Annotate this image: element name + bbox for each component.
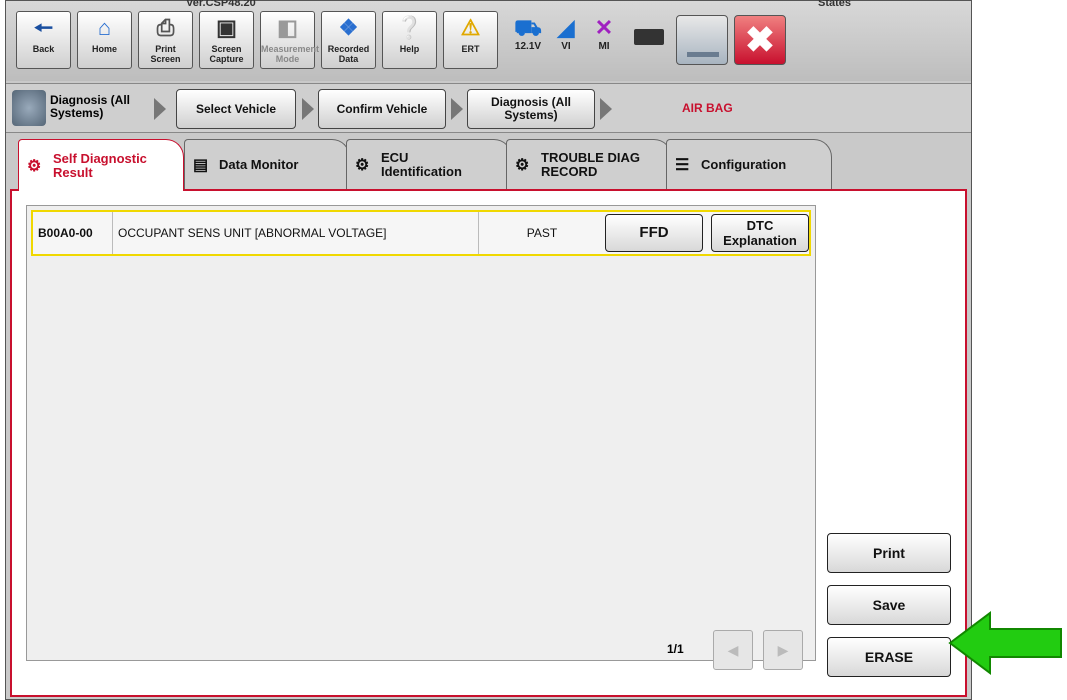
battery-icon: [634, 29, 664, 45]
close-icon: ✖: [744, 19, 776, 60]
breadcrumb-arrow-icon: [302, 98, 314, 120]
screen-capture-button[interactable]: ▣ Screen Capture: [199, 11, 254, 69]
dtc-code: B00A0-00: [33, 212, 113, 254]
breadcrumb: Diagnosis (All Systems) Select Vehicle C…: [6, 83, 971, 133]
ert-button[interactable]: ⚠ ERT: [443, 11, 498, 69]
tab-trouble-diag-record[interactable]: ⚙ TROUBLE DIAG RECORD: [506, 139, 672, 189]
measurement-mode-button[interactable]: ◧ Measurement Mode: [260, 11, 319, 69]
ffd-button[interactable]: FFD: [605, 214, 703, 252]
help-button[interactable]: ❔ Help: [382, 11, 437, 69]
breadcrumb-arrow-icon: [451, 98, 463, 120]
recorded-data-button[interactable]: ❖ Recorded Data: [321, 11, 376, 69]
recorded-data-icon: ❖: [338, 15, 359, 40]
tab-data-monitor[interactable]: ▤ Data Monitor: [184, 139, 350, 189]
version-label: Ver.CSP48.20: [186, 0, 256, 9]
toolbar: Ver.CSP48.20 States 🠔 Back ⌂ Home ⎙ Prin…: [6, 0, 971, 81]
printer-icon: ⎙: [156, 15, 175, 40]
home-icon: ⌂: [97, 15, 112, 40]
dtc-list: B00A0-00 OCCUPANT SENS UNIT [ABNORMAL VO…: [26, 205, 816, 670]
erase-button[interactable]: ERASE: [827, 637, 951, 677]
breadcrumb-arrow-icon: [600, 98, 612, 120]
dtc-description: OCCUPANT SENS UNIT [ABNORMAL VOLTAGE]: [113, 212, 479, 254]
diagnosis-icon: [12, 90, 46, 126]
warning-icon: ⚠: [460, 15, 481, 40]
car-icon: ⛟: [514, 15, 542, 40]
identification-icon: ⚙: [355, 156, 370, 174]
next-page-button[interactable]: ▶: [763, 630, 803, 670]
monitor-icon: ▤: [193, 156, 209, 174]
back-arrow-icon: 🠔: [33, 15, 54, 40]
system-name: AIR BAG: [682, 101, 733, 115]
record-icon: ⚙: [515, 156, 530, 174]
breadcrumb-arrow-icon: [154, 98, 166, 120]
tab-ecu-identification[interactable]: ⚙ ECU Identification: [346, 139, 512, 189]
states-label: States: [818, 0, 852, 9]
self-diagnostic-panel: B00A0-00 OCCUPANT SENS UNIT [ABNORMAL VO…: [10, 189, 967, 697]
signal-icon: ◢: [557, 15, 575, 40]
vi-status: ◢ VI: [546, 15, 586, 52]
minimize-button[interactable]: [676, 15, 728, 65]
tab-self-diagnostic-result[interactable]: ⚙ Self Diagnostic Result: [18, 139, 184, 191]
close-button[interactable]: ✖: [734, 15, 786, 65]
previous-page-button[interactable]: ◀: [713, 630, 753, 670]
tab-configuration[interactable]: ☰ Configuration: [666, 139, 832, 189]
dtc-status: PAST: [526, 226, 558, 240]
back-button[interactable]: 🠔 Back: [16, 11, 71, 69]
app-window: Ver.CSP48.20 States 🠔 Back ⌂ Home ⎙ Prin…: [5, 0, 972, 700]
diagnosis-all-systems-button[interactable]: Diagnosis (All Systems): [467, 89, 595, 129]
question-icon: ❔: [395, 15, 424, 40]
chevron-right-icon: ▶: [777, 642, 789, 658]
save-button[interactable]: Save: [827, 585, 951, 625]
configuration-icon: ☰: [675, 156, 690, 174]
mi-status: ✕ MI: [584, 15, 624, 52]
print-screen-button[interactable]: ⎙ Print Screen: [138, 11, 193, 69]
dtc-row[interactable]: B00A0-00 OCCUPANT SENS UNIT [ABNORMAL VO…: [31, 210, 811, 256]
green-arrow-icon: [948, 611, 1062, 675]
breadcrumb-current: Diagnosis (All Systems): [50, 93, 131, 120]
chevron-left-icon: ◀: [727, 642, 739, 658]
gauge-icon: ◧: [277, 15, 298, 40]
confirm-vehicle-button[interactable]: Confirm Vehicle: [318, 89, 446, 129]
dtc-explanation-button[interactable]: DTC Explanation: [711, 214, 809, 252]
diagnostic-icon: ⚙: [27, 157, 42, 175]
select-vehicle-button[interactable]: Select Vehicle: [176, 89, 296, 129]
battery-voltage-status: ⛟ 12.1V: [508, 15, 548, 52]
camera-icon: ▣: [216, 15, 237, 40]
print-button[interactable]: Print: [827, 533, 951, 573]
home-button[interactable]: ⌂ Home: [77, 11, 132, 69]
page-indicator: 1/1: [667, 642, 684, 656]
x-mark-icon: ✕: [594, 15, 614, 40]
